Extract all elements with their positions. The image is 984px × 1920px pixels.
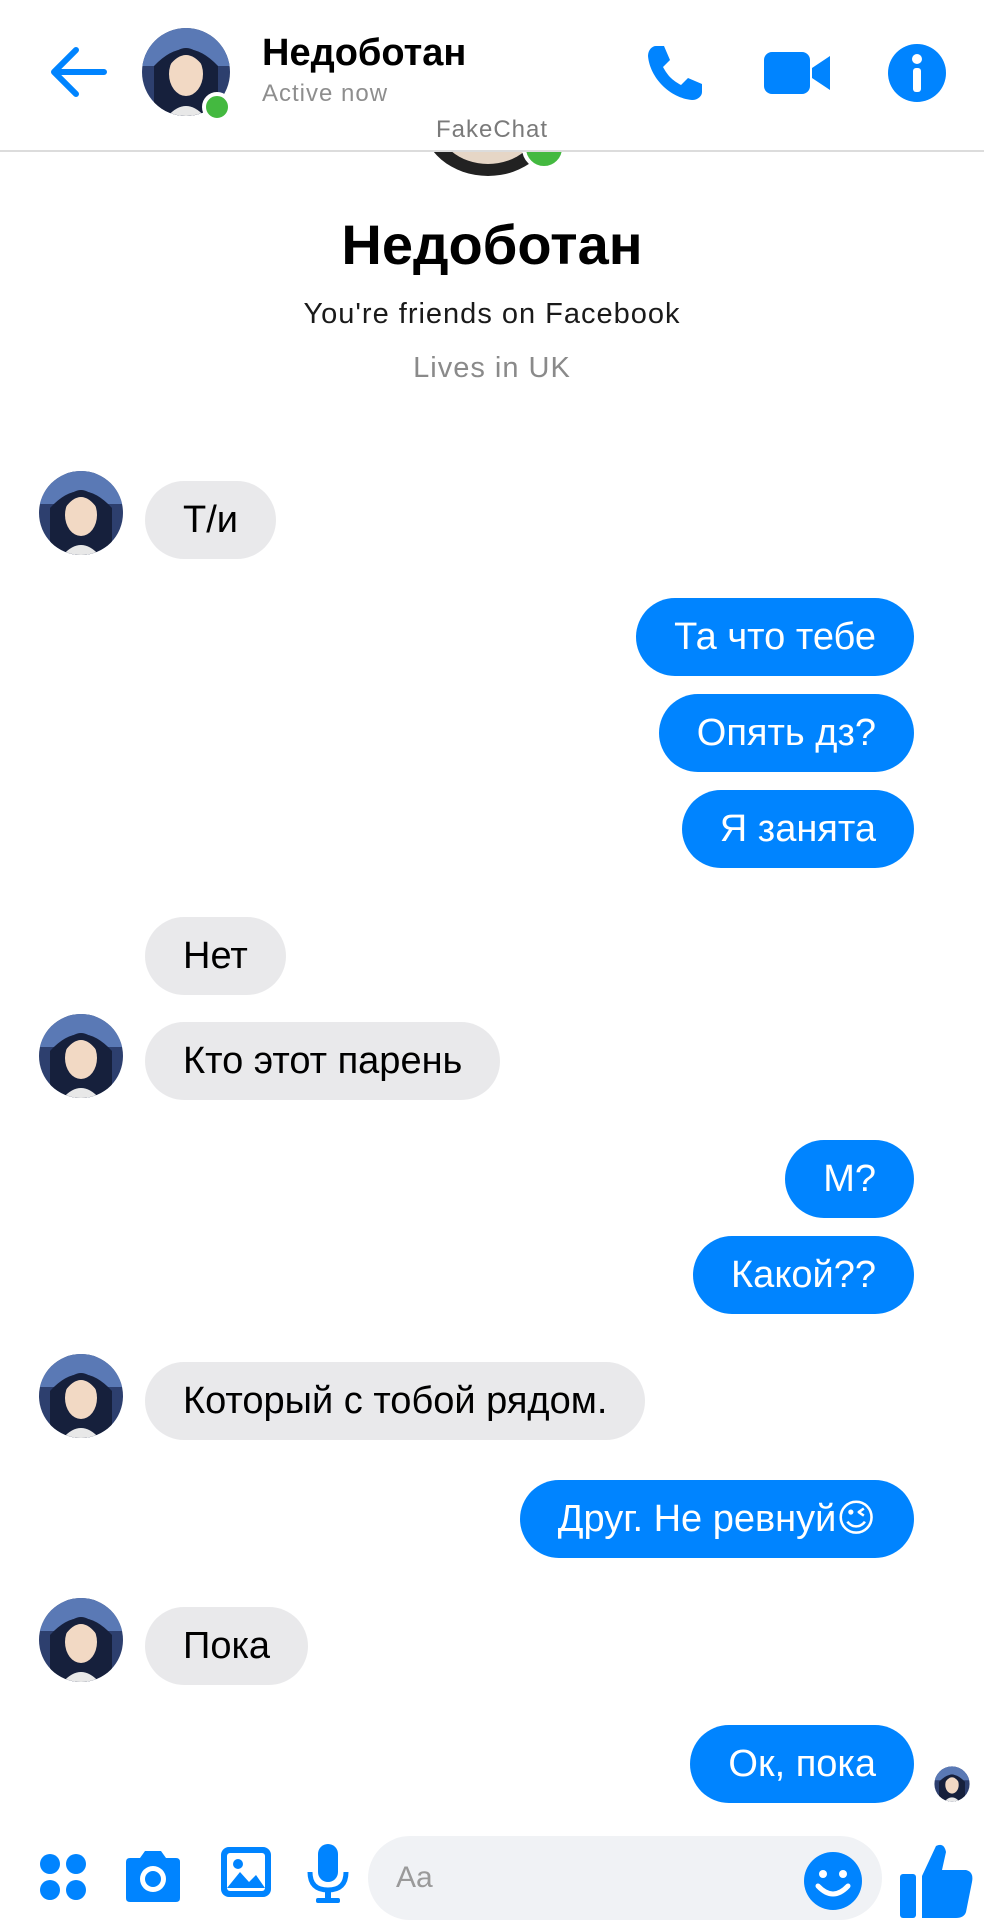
message-bubble-outgoing[interactable]: Я занята	[681, 790, 914, 868]
profile-name: Недоботан	[341, 213, 643, 276]
message-bubble-incoming[interactable]: Кто этот парень	[145, 1022, 501, 1100]
info-icon[interactable]	[882, 38, 952, 108]
back-arrow-icon[interactable]	[46, 42, 110, 102]
thumbs-up-icon[interactable]	[898, 1840, 976, 1920]
microphone-icon[interactable]	[306, 1842, 350, 1906]
message-bubble-outgoing[interactable]: Та что тебе	[636, 598, 914, 676]
contact-name[interactable]: Недоботан	[262, 32, 466, 75]
message-bubble-outgoing[interactable]: М?	[785, 1140, 914, 1218]
image-icon[interactable]	[218, 1844, 274, 1900]
message-bubble-outgoing[interactable]: Какой??	[693, 1236, 914, 1314]
watermark: FakeChat	[435, 116, 549, 143]
active-status: Active now	[262, 80, 389, 107]
message-bubble-incoming[interactable]: Т/и	[145, 481, 276, 559]
avatar[interactable]	[38, 1353, 124, 1439]
phone-icon[interactable]	[640, 38, 710, 108]
avatar[interactable]	[38, 1597, 124, 1683]
menu-dots-icon[interactable]	[38, 1852, 88, 1902]
message-bubble-incoming[interactable]: Пока	[145, 1607, 309, 1685]
avatar[interactable]	[38, 470, 124, 556]
profile-friends-text: You're friends on Facebook	[303, 298, 681, 330]
emoji-icon[interactable]	[802, 1850, 864, 1912]
message-bubble-incoming[interactable]: Который с тобой рядом.	[145, 1362, 646, 1440]
avatar[interactable]	[38, 1013, 124, 1099]
profile-location: Lives in UK	[413, 352, 571, 384]
message-bubble-outgoing[interactable]: Друг. Не ревнуй😉	[519, 1480, 914, 1558]
video-camera-icon[interactable]	[762, 38, 832, 108]
message-bubble-outgoing[interactable]: Ок, пока	[690, 1725, 914, 1803]
message-bubble-incoming[interactable]: Нет	[145, 917, 286, 995]
seen-indicator-avatar	[934, 1766, 970, 1802]
camera-icon[interactable]	[122, 1846, 184, 1904]
message-bubble-outgoing[interactable]: Опять дз?	[658, 694, 914, 772]
